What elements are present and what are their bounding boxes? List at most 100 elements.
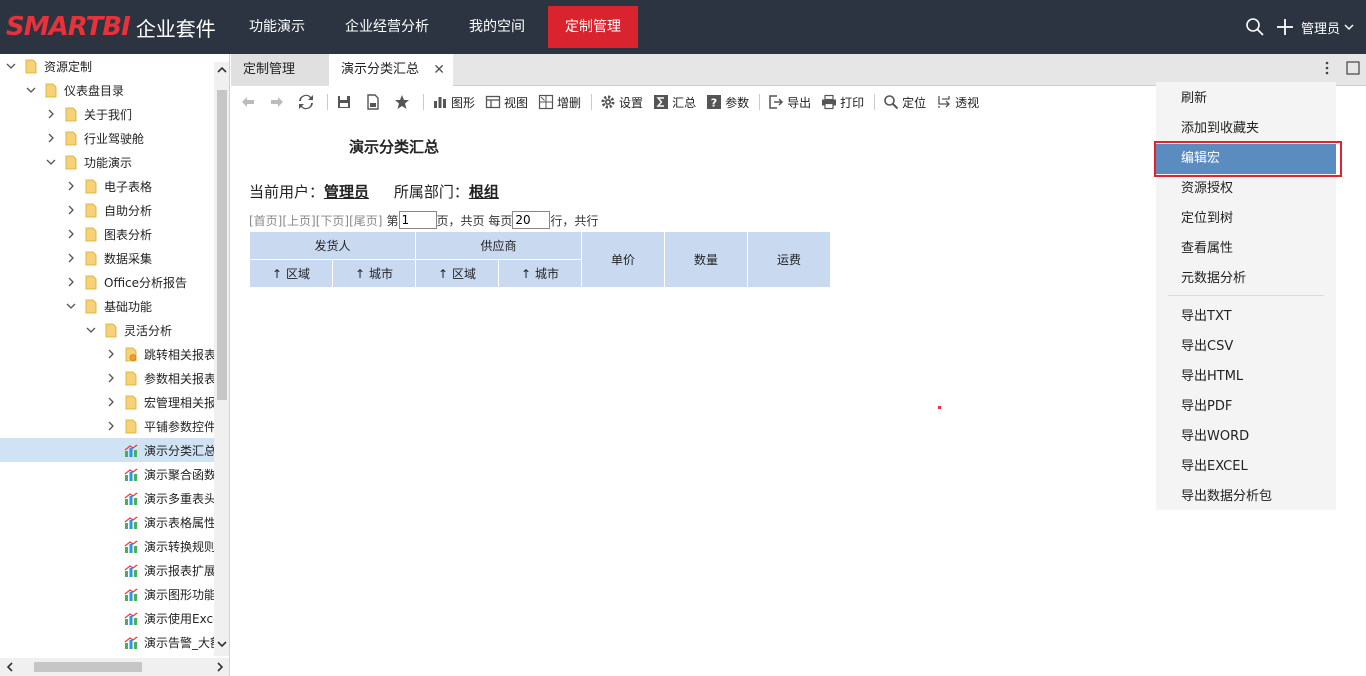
scroll-thumb[interactable] <box>217 90 227 400</box>
tree-folder-item[interactable]: 行业驾驶舱 <box>0 126 214 150</box>
scroll-thumb[interactable] <box>34 662 142 672</box>
prev-page-link[interactable]: [上页] <box>282 212 315 229</box>
tree-folder-item[interactable]: Office分析报告 <box>0 270 214 294</box>
chevron-right-icon[interactable] <box>106 373 116 383</box>
header-shipper-region[interactable]: ↑ 区域 <box>249 259 333 288</box>
tree-folder-item[interactable]: 数据采集 <box>0 246 214 270</box>
rows-per-page-input[interactable] <box>512 211 551 229</box>
chevron-right-icon[interactable] <box>66 229 76 239</box>
tree-folder-item[interactable]: 自助分析 <box>0 198 214 222</box>
tree-report-item[interactable]: 演示多重表头 <box>0 486 214 510</box>
forward-button[interactable] <box>269 90 288 114</box>
chart-button[interactable]: 图形 <box>432 90 475 114</box>
tab-demo-summary[interactable]: 演示分类汇总 ✕ <box>329 54 453 86</box>
tree-horizontal-scrollbar[interactable] <box>0 658 229 676</box>
user-menu[interactable]: 管理员 <box>1301 18 1340 37</box>
chevron-right-icon[interactable] <box>106 421 116 431</box>
tree-folder-item[interactable]: 灵活分析 <box>0 318 214 342</box>
chevron-down-icon[interactable] <box>1344 22 1354 32</box>
tree-folder-item[interactable]: 平铺参数控件 <box>0 414 214 438</box>
save-as-button[interactable] <box>365 90 384 114</box>
tree-folder-item[interactable]: 功能演示 <box>0 150 214 174</box>
tree-folder-item[interactable]: 基础功能 <box>0 294 214 318</box>
menu-item[interactable]: 定位到树 <box>1156 204 1336 234</box>
scroll-down-icon[interactable] <box>216 638 228 650</box>
menu-item[interactable]: 资源授权 <box>1156 174 1336 204</box>
menu-item[interactable]: 查看属性 <box>1156 234 1336 264</box>
nav-business-analysis[interactable]: 企业经营分析 <box>328 6 446 48</box>
tree-folder-item[interactable]: 宏管理相关报 <box>0 390 214 414</box>
nav-custom-management[interactable]: 定制管理 <box>548 6 638 48</box>
tree-vertical-scrollbar[interactable] <box>214 62 229 656</box>
menu-item[interactable]: 添加到收藏夹 <box>1156 114 1336 144</box>
menu-item[interactable]: 刷新 <box>1156 84 1336 114</box>
tree-folder-item[interactable]: 参数相关报表 <box>0 366 214 390</box>
back-button[interactable] <box>240 90 259 114</box>
chevron-down-icon[interactable] <box>26 85 36 95</box>
tree-folder-item[interactable]: 关于我们 <box>0 102 214 126</box>
page-input[interactable] <box>398 211 437 229</box>
nav-function-demo[interactable]: 功能演示 <box>232 6 322 48</box>
close-icon[interactable]: ✕ <box>433 54 445 86</box>
header-shipper-city[interactable]: ↑ 城市 <box>332 259 416 288</box>
tree-report-item[interactable]: 演示聚合函数 <box>0 462 214 486</box>
more-vertical-icon[interactable] <box>1320 60 1334 76</box>
header-supplier-region[interactable]: ↑ 区域 <box>415 259 499 288</box>
tree-report-item[interactable]: 演示报表扩展 <box>0 558 214 582</box>
favorite-button[interactable] <box>394 90 413 114</box>
menu-item[interactable]: 导出WORD <box>1156 422 1336 452</box>
last-page-link[interactable]: [尾页] <box>349 212 382 229</box>
tree-report-item[interactable]: 演示表格属性 <box>0 510 214 534</box>
tree-report-item[interactable]: 演示分类汇总 <box>0 438 214 462</box>
chevron-down-icon[interactable] <box>66 301 76 311</box>
tab-custom-management[interactable]: 定制管理 <box>231 54 329 86</box>
print-button[interactable]: 打印 <box>821 90 864 114</box>
scroll-right-icon[interactable] <box>214 661 226 673</box>
tree-folder-item[interactable]: 跳转相关报表 <box>0 342 214 366</box>
menu-item[interactable]: 导出EXCEL <box>1156 452 1336 482</box>
scroll-up-icon[interactable] <box>216 64 228 76</box>
search-icon[interactable] <box>1245 17 1265 37</box>
refresh-button[interactable] <box>298 90 317 114</box>
insert-delete-button[interactable]: 增删 <box>538 90 581 114</box>
plus-icon[interactable] <box>1275 17 1295 37</box>
menu-item[interactable]: 导出TXT <box>1156 302 1336 332</box>
menu-item[interactable]: 导出HTML <box>1156 362 1336 392</box>
menu-item[interactable]: 元数据分析 <box>1156 264 1336 294</box>
params-button[interactable]: ? 参数 <box>706 90 749 114</box>
settings-button[interactable]: 设置 <box>600 90 643 114</box>
first-page-link[interactable]: [首页] <box>249 212 282 229</box>
scroll-left-icon[interactable] <box>4 661 16 673</box>
chevron-right-icon[interactable] <box>106 349 116 359</box>
chevron-down-icon[interactable] <box>86 325 96 335</box>
chevron-right-icon[interactable] <box>46 133 56 143</box>
summary-button[interactable]: 汇总 <box>653 90 696 114</box>
tree-folder-item[interactable]: 资源定制 <box>0 54 214 78</box>
tree-report-item[interactable]: 演示图形功能 <box>0 582 214 606</box>
chevron-right-icon[interactable] <box>66 277 76 287</box>
menu-item[interactable]: 导出CSV <box>1156 332 1336 362</box>
maximize-icon[interactable] <box>1346 61 1360 75</box>
chevron-right-icon[interactable] <box>46 109 56 119</box>
menu-item[interactable]: 导出PDF <box>1156 392 1336 422</box>
next-page-link[interactable]: [下页] <box>316 212 349 229</box>
tree-report-item[interactable]: 演示转换规则 <box>0 534 214 558</box>
pivot-button[interactable]: 透视 <box>936 90 979 114</box>
save-button[interactable] <box>336 90 355 114</box>
chevron-down-icon[interactable] <box>46 157 56 167</box>
locate-button[interactable]: 定位 <box>883 90 926 114</box>
export-button[interactable]: 导出 <box>768 90 811 114</box>
tree-report-item[interactable]: 演示使用Exce <box>0 606 214 630</box>
tree-folder-item[interactable]: 图表分析 <box>0 222 214 246</box>
chevron-right-icon[interactable] <box>106 397 116 407</box>
chevron-right-icon[interactable] <box>66 253 76 263</box>
chevron-right-icon[interactable] <box>66 181 76 191</box>
chevron-right-icon[interactable] <box>66 205 76 215</box>
tree-report-item[interactable]: 演示告警_大额 <box>0 630 214 654</box>
header-supplier-city[interactable]: ↑ 城市 <box>498 259 582 288</box>
view-button[interactable]: 视图 <box>485 90 528 114</box>
tree-folder-item[interactable]: 仪表盘目录 <box>0 78 214 102</box>
chevron-down-icon[interactable] <box>6 61 16 71</box>
tree-folder-item[interactable]: 电子表格 <box>0 174 214 198</box>
menu-item[interactable]: 导出数据分析包 <box>1156 482 1336 512</box>
